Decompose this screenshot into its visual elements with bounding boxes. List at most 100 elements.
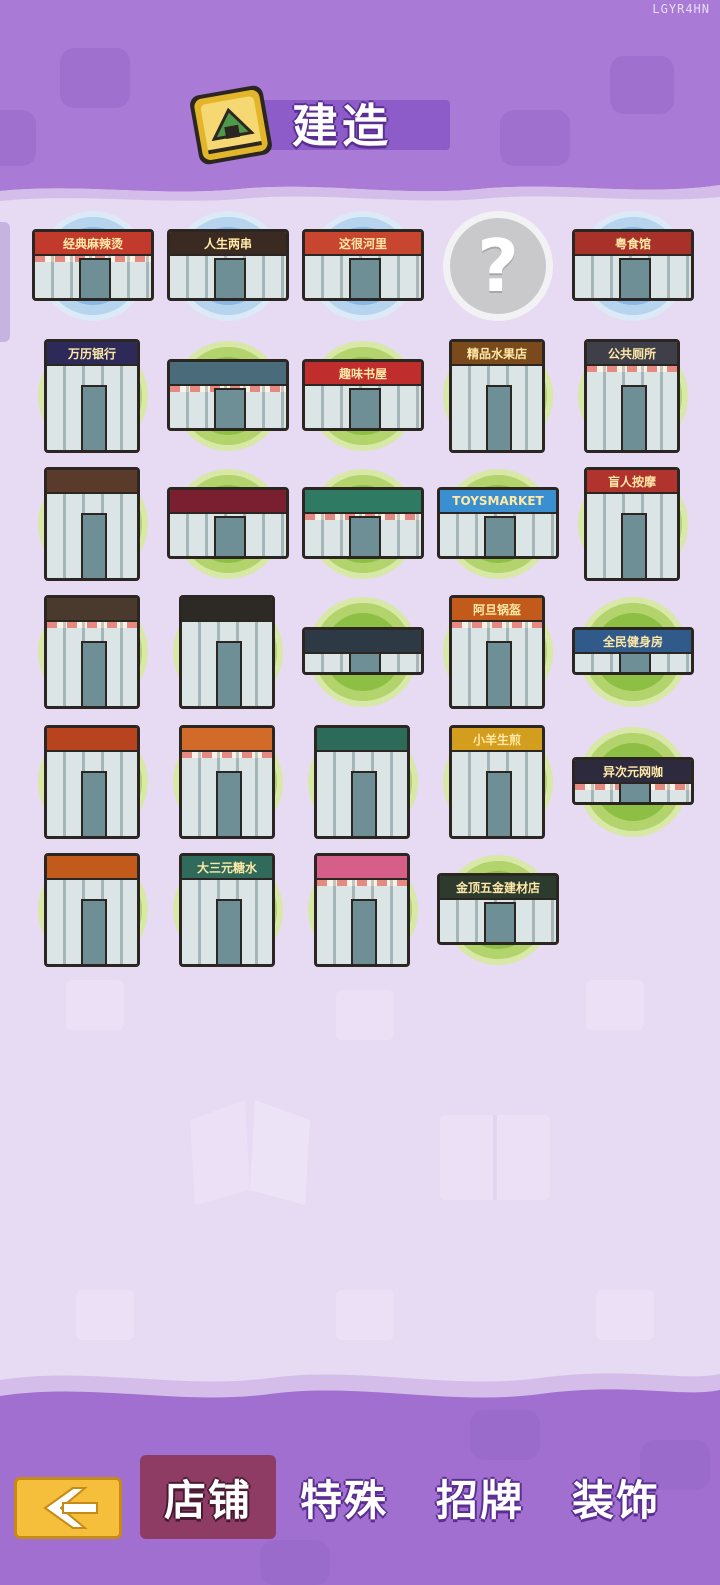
- shop-sign: 盲人按摩: [587, 470, 677, 494]
- shop-item[interactable]: 阿旦锅盔: [435, 591, 561, 717]
- shop-item[interactable]: TOYSMARKET: [435, 463, 561, 589]
- shop-door: [349, 515, 381, 556]
- shop-sign: [305, 630, 421, 654]
- shop-item[interactable]: 盲人按摩: [570, 463, 696, 589]
- shop-building-icon: 经典麻辣烫: [32, 229, 154, 301]
- bg-pattern: [260, 1540, 330, 1585]
- shop-item[interactable]: 大三元糖水: [165, 849, 291, 975]
- shop-building-icon: 阿旦锅盔: [449, 595, 545, 709]
- shop-sign: 全民健身房: [575, 630, 691, 654]
- shop-building-icon: 公共厕所: [584, 339, 680, 453]
- shop-building-icon: 金顶五金建材店: [437, 873, 559, 945]
- shop-item[interactable]: [165, 721, 291, 847]
- book-icon: [66, 980, 124, 1030]
- book-icon: [336, 990, 394, 1040]
- shop-building-icon: 盲人按摩: [584, 467, 680, 581]
- back-button[interactable]: [14, 1477, 122, 1539]
- tab-shops[interactable]: 店铺: [140, 1455, 276, 1539]
- bg-pattern: [610, 56, 674, 114]
- shop-item[interactable]: [165, 591, 291, 717]
- shop-building-icon: [44, 595, 140, 709]
- shop-item[interactable]: [30, 463, 156, 589]
- shop-sign: [170, 362, 286, 386]
- book-icon: [440, 1115, 550, 1200]
- chevron-left-icon: [43, 1487, 98, 1529]
- shop-building-icon: [302, 627, 424, 675]
- shop-door: [486, 385, 512, 450]
- shop-door: [214, 387, 246, 428]
- shop-item[interactable]: 金顶五金建材店: [435, 849, 561, 975]
- shop-sign: 人生两串: [170, 232, 286, 256]
- shop-item[interactable]: [165, 463, 291, 589]
- shop-item[interactable]: [30, 591, 156, 717]
- shop-building-icon: TOYSMARKET: [437, 487, 559, 559]
- shop-door: [619, 257, 651, 298]
- shop-sign: 阿旦锅盔: [452, 598, 542, 622]
- tab-signboards[interactable]: 招牌: [412, 1455, 548, 1539]
- shop-item[interactable]: 人生两串: [165, 205, 291, 331]
- bg-pattern: [60, 48, 130, 108]
- shop-sign: [305, 490, 421, 514]
- shop-item[interactable]: 粤食馆: [570, 205, 696, 331]
- shop-item[interactable]: 经典麻辣烫: [30, 205, 156, 331]
- shop-door: [486, 771, 512, 836]
- shop-sign: [47, 856, 137, 880]
- shop-building-icon: 全民健身房: [572, 627, 694, 675]
- shop-building-icon: 精品水果店: [449, 339, 545, 453]
- shop-sign: 这很河里: [305, 232, 421, 256]
- shop-door: [81, 771, 107, 836]
- shop-building-icon: 人生两串: [167, 229, 289, 301]
- shop-item[interactable]: [165, 335, 291, 461]
- shop-sign: 公共厕所: [587, 342, 677, 366]
- shop-item[interactable]: 公共厕所: [570, 335, 696, 461]
- shop-item[interactable]: [300, 849, 426, 975]
- bg-pattern: [500, 110, 570, 166]
- book-icon: [586, 980, 644, 1030]
- shop-building-icon: 万历银行: [44, 339, 140, 453]
- shop-door: [486, 641, 512, 706]
- page-header: 建造: [190, 85, 460, 166]
- building-blueprint-icon: [190, 85, 272, 165]
- shop-building-icon: [167, 359, 289, 431]
- shop-item[interactable]: 全民健身房: [570, 591, 696, 717]
- tab-special[interactable]: 特殊: [276, 1455, 412, 1539]
- shop-item[interactable]: 万历银行: [30, 335, 156, 461]
- shop-item[interactable]: 小羊生煎: [435, 721, 561, 847]
- shop-sign: [47, 598, 137, 622]
- page-title: 建造: [292, 99, 392, 153]
- shop-item[interactable]: 这很河里: [300, 205, 426, 331]
- shop-item[interactable]: [300, 721, 426, 847]
- shop-item[interactable]: 精品水果店: [435, 335, 561, 461]
- shop-building-icon: 这很河里: [302, 229, 424, 301]
- shop-door: [81, 385, 107, 450]
- shop-sign: 粤食馆: [575, 232, 691, 256]
- shop-door: [214, 257, 246, 298]
- shop-door: [214, 515, 246, 556]
- shop-item[interactable]: [30, 721, 156, 847]
- shop-building-icon: [314, 725, 410, 839]
- shop-sign: TOYSMARKET: [440, 490, 556, 514]
- shop-item[interactable]: [300, 591, 426, 717]
- tab-decorations[interactable]: 装饰: [548, 1455, 684, 1539]
- locked-shop-slot[interactable]: ?: [435, 205, 561, 331]
- side-scroll-tab[interactable]: [0, 222, 10, 342]
- shop-door: [484, 515, 516, 556]
- shop-door: [81, 641, 107, 706]
- shop-sign: [317, 856, 407, 880]
- shop-building-icon: [179, 595, 275, 709]
- shop-building-icon: 趣味书屋: [302, 359, 424, 431]
- shop-sign: [317, 728, 407, 752]
- shop-building-icon: 大三元糖水: [179, 853, 275, 967]
- shop-item[interactable]: [300, 463, 426, 589]
- shop-item[interactable]: 趣味书屋: [300, 335, 426, 461]
- book-icon: [76, 1290, 134, 1340]
- shop-building-icon: 粤食馆: [572, 229, 694, 301]
- shop-door: [216, 641, 242, 706]
- shop-door: [79, 257, 111, 298]
- book-icon: [336, 1290, 394, 1340]
- shop-sign: 小羊生煎: [452, 728, 542, 752]
- shop-building-icon: [314, 853, 410, 967]
- shop-item[interactable]: [30, 849, 156, 975]
- shop-building-icon: [44, 467, 140, 581]
- shop-item[interactable]: 异次元网咖: [570, 721, 696, 847]
